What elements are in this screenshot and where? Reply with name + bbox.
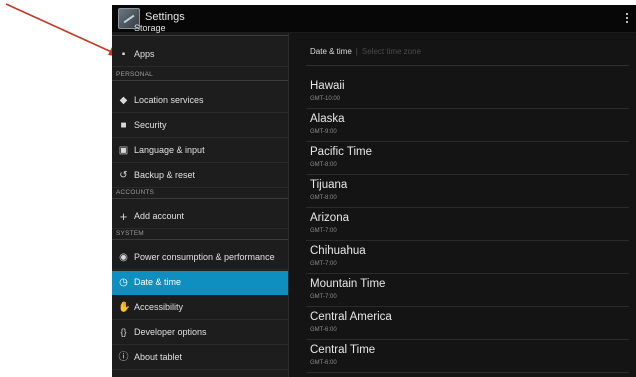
sidebar-item-label: Accessibility [134,302,184,312]
breadcrumb: Date & time | Select time zone [310,47,421,56]
sidebar-item-label: Developer options [134,327,207,337]
time-zone-item[interactable]: Alaska GMT-9:00 [306,109,629,142]
time-zone-item[interactable]: Pacific Time GMT-8:00 [306,142,629,175]
lock-icon: ■ [120,120,127,131]
time-zone-offset: GMT-8:00 [310,195,337,201]
sidebar-item-label: Apps [134,49,155,59]
time-zone-item[interactable]: Mountain Time GMT-7:00 [306,274,629,307]
annotation-arrow [5,3,121,57]
sidebar-item-label: Power consumption & performance [134,252,275,262]
sidebar-item-label: Location services [134,95,204,105]
time-zone-name: Pacific Time [310,146,372,158]
time-zone-item[interactable]: Tijuana GMT-8:00 [306,175,629,208]
time-zone-name: Alaska [310,113,345,125]
location-icon: ◆ [119,95,128,106]
sidebar-item-language-input[interactable]: ▣ Language & input [112,139,288,163]
time-zone-name: Arizona [310,212,349,224]
backup-icon: ↺ [119,170,128,181]
time-zone-name: Central America [310,311,392,323]
time-zone-item[interactable]: Central Time GMT-6:00 [306,340,629,373]
sidebar-item-power-consumption[interactable]: ◉ Power consumption & performance [112,246,288,270]
overflow-menu-icon[interactable] [626,13,629,24]
sidebar-item-location-services[interactable]: ◆ Location services [112,89,288,113]
sidebar-item-label: Backup & reset [134,170,196,180]
time-zone-item[interactable]: Chihuahua GMT-7:00 [306,241,629,274]
sidebar-item-date-time[interactable]: ◷ Date & time [112,271,288,295]
info-icon: ⓘ [118,352,129,363]
header-divider [306,65,629,66]
time-zone-offset: GMT-9:00 [310,129,337,135]
sidebar-item-developer-options[interactable]: {} Developer options [112,321,288,345]
sidebar-item-backup-reset[interactable]: ↺ Backup & reset [112,164,288,188]
sidebar-item-label: Date & time [134,277,182,287]
time-zone-offset: GMT-6:00 [310,327,337,333]
sidebar-item-add-account[interactable]: + Add account [112,205,288,229]
sidebar-item-storage[interactable]: Storage [112,21,288,36]
tablet-screen: Settings Storage ▪ Apps PERSONAL ◆ Locat… [112,5,636,377]
time-zone-name: Hawaii [310,80,345,92]
keyboard-icon: ▣ [118,145,129,156]
sidebar-item-label: Security [134,120,167,130]
breadcrumb-hint: Select time zone [361,47,422,56]
time-zone-offset: GMT-7:00 [310,261,337,267]
hand-icon: ✋ [118,302,131,313]
sidebar-item-label: Language & input [134,145,205,155]
sidebar-item-label: About tablet [134,352,183,362]
section-divider [112,198,288,199]
breadcrumb-current[interactable]: Date & time [310,47,352,56]
sidebar-item-label: Storage [134,23,166,33]
section-divider [112,80,288,81]
section-header-system: SYSTEM [116,230,144,237]
power-icon: ◉ [119,252,128,263]
time-zone-name: Tijuana [310,179,348,191]
time-zone-pane: Date & time | Select time zone Hawaii GMT-… [289,33,636,377]
braces-icon: {} [120,327,127,337]
time-zone-item[interactable]: Central America GMT-6:00 [306,307,629,340]
settings-sidebar: Storage ▪ Apps PERSONAL ◆ Location servi… [112,23,288,377]
sidebar-item-apps[interactable]: ▪ Apps [112,43,288,67]
time-zone-name: Central Time [310,344,376,356]
time-zone-offset: GMT-6:00 [310,360,337,366]
breadcrumb-separator: | [355,47,358,56]
time-zone-item[interactable]: Hawaii GMT-10:00 [306,76,629,109]
section-divider [112,239,288,240]
time-zone-offset: GMT-10:00 [310,96,341,102]
section-header-personal: PERSONAL [116,71,154,78]
time-zone-item[interactable]: Arizona GMT-7:00 [306,208,629,241]
time-zone-offset: GMT-8:00 [310,162,337,168]
time-zone-offset: GMT-7:00 [310,228,337,234]
apps-icon: ▪ [121,49,126,60]
section-header-accounts: ACCOUNTS [116,189,155,196]
plus-icon: + [119,209,128,224]
clock-icon: ◷ [119,277,128,288]
sidebar-item-accessibility[interactable]: ✋ Accessibility [112,296,288,320]
sidebar-item-security[interactable]: ■ Security [112,114,288,138]
time-zone-name: Chihuahua [310,245,366,257]
sidebar-item-about-tablet[interactable]: ⓘ About tablet [112,346,288,370]
time-zone-offset: GMT-7:00 [310,294,337,300]
sidebar-item-label: Add account [134,211,185,221]
time-zone-name: Mountain Time [310,278,386,290]
